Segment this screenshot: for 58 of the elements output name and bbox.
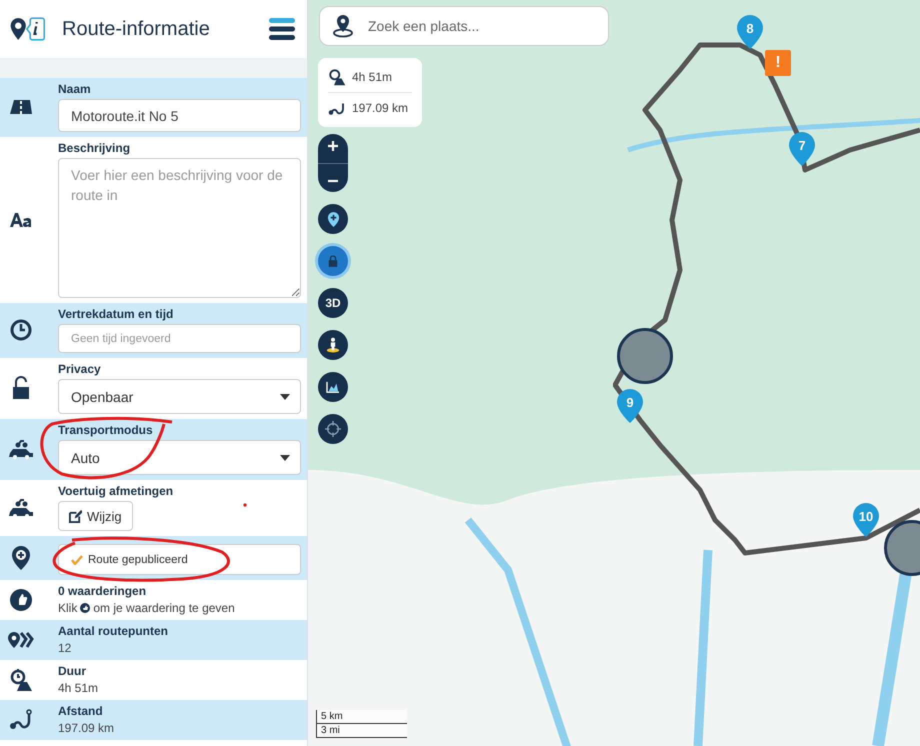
field-label: Afstand [58, 704, 104, 718]
chart-icon [326, 381, 340, 393]
duration-text: 4h 51m [352, 70, 392, 84]
text-input-field[interactable]: Motoroute.it No 5 [58, 99, 301, 132]
thumbs-up-icon [9, 588, 33, 612]
rating-hint-text: Klik [58, 601, 78, 615]
clock-icon [10, 319, 32, 341]
rating-hint-text: om je waardering te geven [93, 601, 235, 615]
search-input[interactable]: Zoek een plaats... [366, 17, 596, 35]
padlock-icon [328, 255, 338, 267]
route-info-icon [8, 16, 48, 42]
field-label: Naam [58, 82, 92, 96]
field-label: 0 waarderingen [58, 584, 148, 598]
caret-icon [280, 394, 290, 400]
description-textarea[interactable]: Voer hier een beschrijving voor de route in [58, 158, 301, 298]
stopwatch-road-icon [9, 668, 33, 692]
text-icon [9, 212, 33, 228]
annotation-dot [243, 503, 247, 507]
location-pin-icon [332, 14, 354, 38]
edit-button[interactable]: Wijzig [58, 501, 133, 531]
zoom-control[interactable] [318, 134, 348, 192]
field-label: Voertuig afmetingen [58, 484, 174, 498]
scale-label: 5 km [317, 710, 407, 724]
zoom-in-icon[interactable] [327, 140, 339, 152]
edit-icon [69, 510, 82, 522]
thumbs-up-icon[interactable] [80, 603, 90, 613]
text-input-field[interactable]: Geen tijd ingevoerd [58, 324, 301, 353]
field-label: Duur [58, 664, 87, 678]
vehicles-icon [8, 498, 34, 518]
waypoints-icon [7, 630, 35, 648]
field-label: Aantal routepunten [58, 624, 169, 638]
dropdown-select[interactable]: Openbaar [58, 379, 301, 414]
panel-title: Route-informatie [62, 18, 211, 40]
search-field[interactable]: Zoek een plaats... [319, 6, 609, 46]
lock-button[interactable] [318, 246, 348, 276]
map-view[interactable]: 8 ! 7 9 10 Zoek een plaats... 4h 51m 197.09 km 3D 5 km 3 mi [308, 0, 920, 746]
caret-icon [280, 454, 290, 460]
stopwatch-road-icon [328, 68, 346, 86]
crosshair-icon [325, 421, 341, 437]
field-label: Vertrekdatum en tijd [58, 307, 174, 321]
field-label: Beschrijving [58, 141, 132, 155]
info-value: 12 [58, 641, 72, 655]
menu-icon[interactable] [269, 17, 295, 41]
info-value: 197.09 km [58, 721, 116, 735]
vehicles-icon [8, 439, 34, 459]
dropdown-select[interactable]: Auto [58, 440, 301, 475]
status-field: Route gepubliceerd [58, 544, 301, 575]
field-label: Transportmodus [58, 423, 154, 437]
scale-label: 3 mi [317, 724, 407, 738]
distance-text: 197.09 km [352, 101, 408, 115]
road-icon [9, 99, 33, 115]
padlock-icon [12, 376, 30, 400]
info-value: 4h 51m [58, 681, 100, 695]
pin-plus-icon [326, 210, 340, 228]
route-distance-icon [9, 708, 33, 732]
person-icon [326, 337, 340, 353]
pin-plus-icon [11, 544, 31, 570]
field-label: Privacy [58, 362, 102, 376]
